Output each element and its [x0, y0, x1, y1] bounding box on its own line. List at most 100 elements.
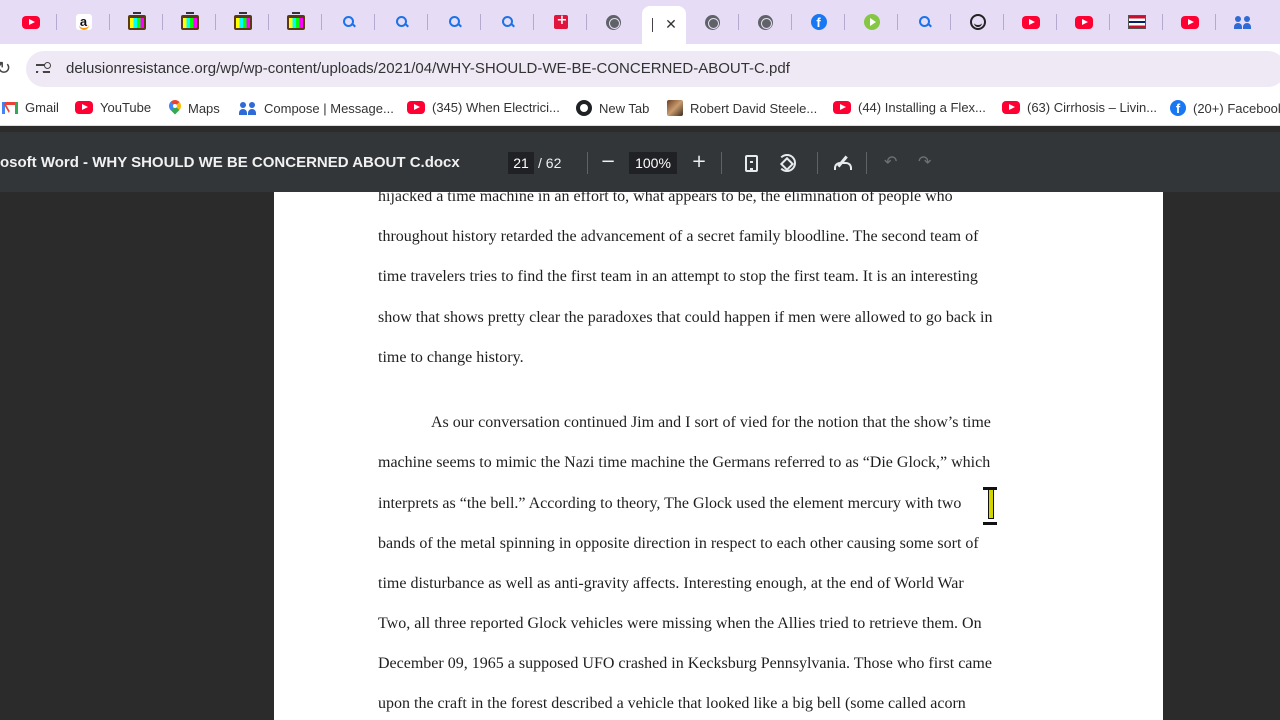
redo-icon[interactable]: ↷	[918, 152, 931, 171]
tab-youtube[interactable]	[4, 4, 57, 40]
globe-icon	[758, 14, 773, 30]
tab-smile[interactable]	[951, 4, 1004, 40]
tv-icon	[127, 11, 146, 30]
facebook-icon: f	[1170, 100, 1186, 116]
document-line: bands of the metal spinning in opposite …	[378, 535, 979, 552]
zoom-level-input[interactable]: 100%	[629, 152, 677, 174]
bookmark-new-tab[interactable]: New Tab	[576, 100, 649, 116]
bookmark-cirrhosis[interactable]: (63) Cirrhosis – Livin...	[1002, 100, 1157, 115]
bookmark-steele[interactable]: Robert David Steele...	[667, 100, 817, 116]
bookmark-gmail[interactable]: Gmail	[2, 100, 59, 115]
bookmark-label: YouTube	[100, 100, 152, 115]
youtube-icon	[21, 15, 40, 29]
tab-search[interactable]	[375, 4, 428, 40]
youtube-icon	[407, 101, 425, 114]
youtube-icon	[1021, 15, 1040, 29]
text-cursor-icon	[983, 487, 997, 525]
tv-icon	[180, 11, 199, 30]
page-total: / 62	[538, 155, 562, 171]
bookmark-youtube[interactable]: YouTube	[75, 100, 151, 115]
tab-search[interactable]	[322, 4, 375, 40]
bookmark-label: New Tab	[599, 100, 650, 116]
tab-search[interactable]	[481, 4, 534, 40]
tab-tv[interactable]	[216, 4, 269, 40]
document-line: throughout history retarded the advancem…	[378, 228, 979, 245]
tab-tv[interactable]	[110, 4, 163, 40]
document-line: As our conversation continued Jim and I …	[431, 414, 991, 431]
close-icon[interactable]: ✕	[665, 17, 677, 33]
tab-globe[interactable]	[587, 4, 640, 40]
tab-facebook[interactable]: f	[792, 4, 845, 40]
tab-youtube[interactable]	[1057, 4, 1110, 40]
amazon-icon: a	[75, 14, 92, 30]
zoom-out-button[interactable]: −	[596, 150, 620, 174]
youtube-icon	[1074, 15, 1093, 29]
undo-icon[interactable]: ↶	[884, 152, 897, 171]
flag-icon	[1127, 15, 1146, 29]
tab-amazon[interactable]: a	[57, 4, 110, 40]
tab-red[interactable]	[534, 4, 587, 40]
document-line: machine seems to mimic the Nazi time mac…	[378, 454, 991, 471]
bookmark-label: Compose | Message...	[264, 100, 394, 116]
toolbar-divider	[721, 152, 722, 174]
search-icon	[448, 15, 462, 29]
bookmark-label: Maps	[188, 100, 220, 116]
tab-people[interactable]	[1216, 4, 1269, 40]
bookmark-facebook[interactable]: f (20+) Facebook	[1170, 100, 1280, 116]
tab-tv[interactable]	[269, 4, 322, 40]
gmail-icon	[2, 101, 18, 114]
tab-tv[interactable]	[163, 4, 216, 40]
people-icon	[1233, 14, 1252, 30]
globe-icon	[606, 14, 621, 30]
chrome-icon	[576, 100, 592, 116]
smile-icon	[969, 14, 986, 30]
bookmark-label: Gmail	[25, 100, 59, 115]
tab-youtube[interactable]	[1163, 4, 1216, 40]
zoom-in-button[interactable]: +	[687, 150, 711, 174]
rotate-icon[interactable]	[778, 154, 796, 172]
youtube-icon	[75, 101, 93, 114]
annotate-icon[interactable]	[833, 154, 852, 172]
pdf-viewer[interactable]: hijacked a time machine in an effort to,…	[0, 192, 1280, 720]
tab-globe[interactable]	[739, 4, 792, 40]
toolbar-divider	[587, 152, 588, 174]
globe-icon	[705, 14, 720, 30]
toolbar-divider	[817, 152, 818, 174]
tab-active-pdf[interactable]: ✕	[642, 6, 686, 44]
site-info-icon[interactable]	[35, 60, 53, 78]
search-icon	[395, 15, 409, 29]
youtube-icon	[833, 101, 851, 114]
bookmark-maps[interactable]: Maps	[169, 100, 220, 116]
bookmark-label: Robert David Steele...	[690, 100, 818, 116]
photo-icon	[667, 100, 683, 116]
tab-search[interactable]	[428, 4, 481, 40]
document-line: upon the craft in the forest described a…	[378, 695, 966, 712]
fit-to-page-icon[interactable]	[745, 155, 758, 172]
bookmark-electricity[interactable]: (345) When Electrici...	[407, 100, 560, 115]
toolbar-divider	[866, 152, 867, 174]
page-number-input[interactable]: 21	[508, 152, 534, 174]
tab-rumble[interactable]	[845, 4, 898, 40]
tab-globe[interactable]	[686, 4, 739, 40]
document-line: time to change history.	[378, 349, 524, 366]
omnibox[interactable]: delusionresistance.org/wp/wp-content/upl…	[26, 51, 1280, 87]
tab-flag[interactable]	[1110, 4, 1163, 40]
document-line: time travelers tries to find the first t…	[378, 268, 978, 285]
document-line: December 09, 1965 a supposed UFO crashed…	[378, 655, 992, 672]
bookmark-flex[interactable]: (44) Installing a Flex...	[833, 100, 986, 115]
pdf-page: hijacked a time machine in an effort to,…	[274, 192, 1163, 720]
bookmarks-bar: Gmail YouTube Maps Compose | Message... …	[0, 92, 1280, 126]
reload-icon[interactable]: ↻	[0, 58, 11, 79]
search-icon	[342, 15, 356, 29]
tab-search[interactable]	[898, 4, 951, 40]
people-icon	[239, 100, 257, 116]
bookmark-label: (20+) Facebook	[1193, 100, 1280, 116]
url-text[interactable]: delusionresistance.org/wp/wp-content/upl…	[66, 60, 790, 77]
address-row: ↻ delusionresistance.org/wp/wp-content/u…	[0, 44, 1280, 92]
bookmark-compose[interactable]: Compose | Message...	[239, 100, 394, 116]
tv-icon	[286, 11, 305, 30]
document-line: show that shows pretty clear the paradox…	[378, 309, 993, 326]
bookmark-label: (345) When Electrici...	[432, 100, 560, 115]
tab-strip: a ✕ f	[0, 0, 1280, 44]
tab-youtube[interactable]	[1004, 4, 1057, 40]
